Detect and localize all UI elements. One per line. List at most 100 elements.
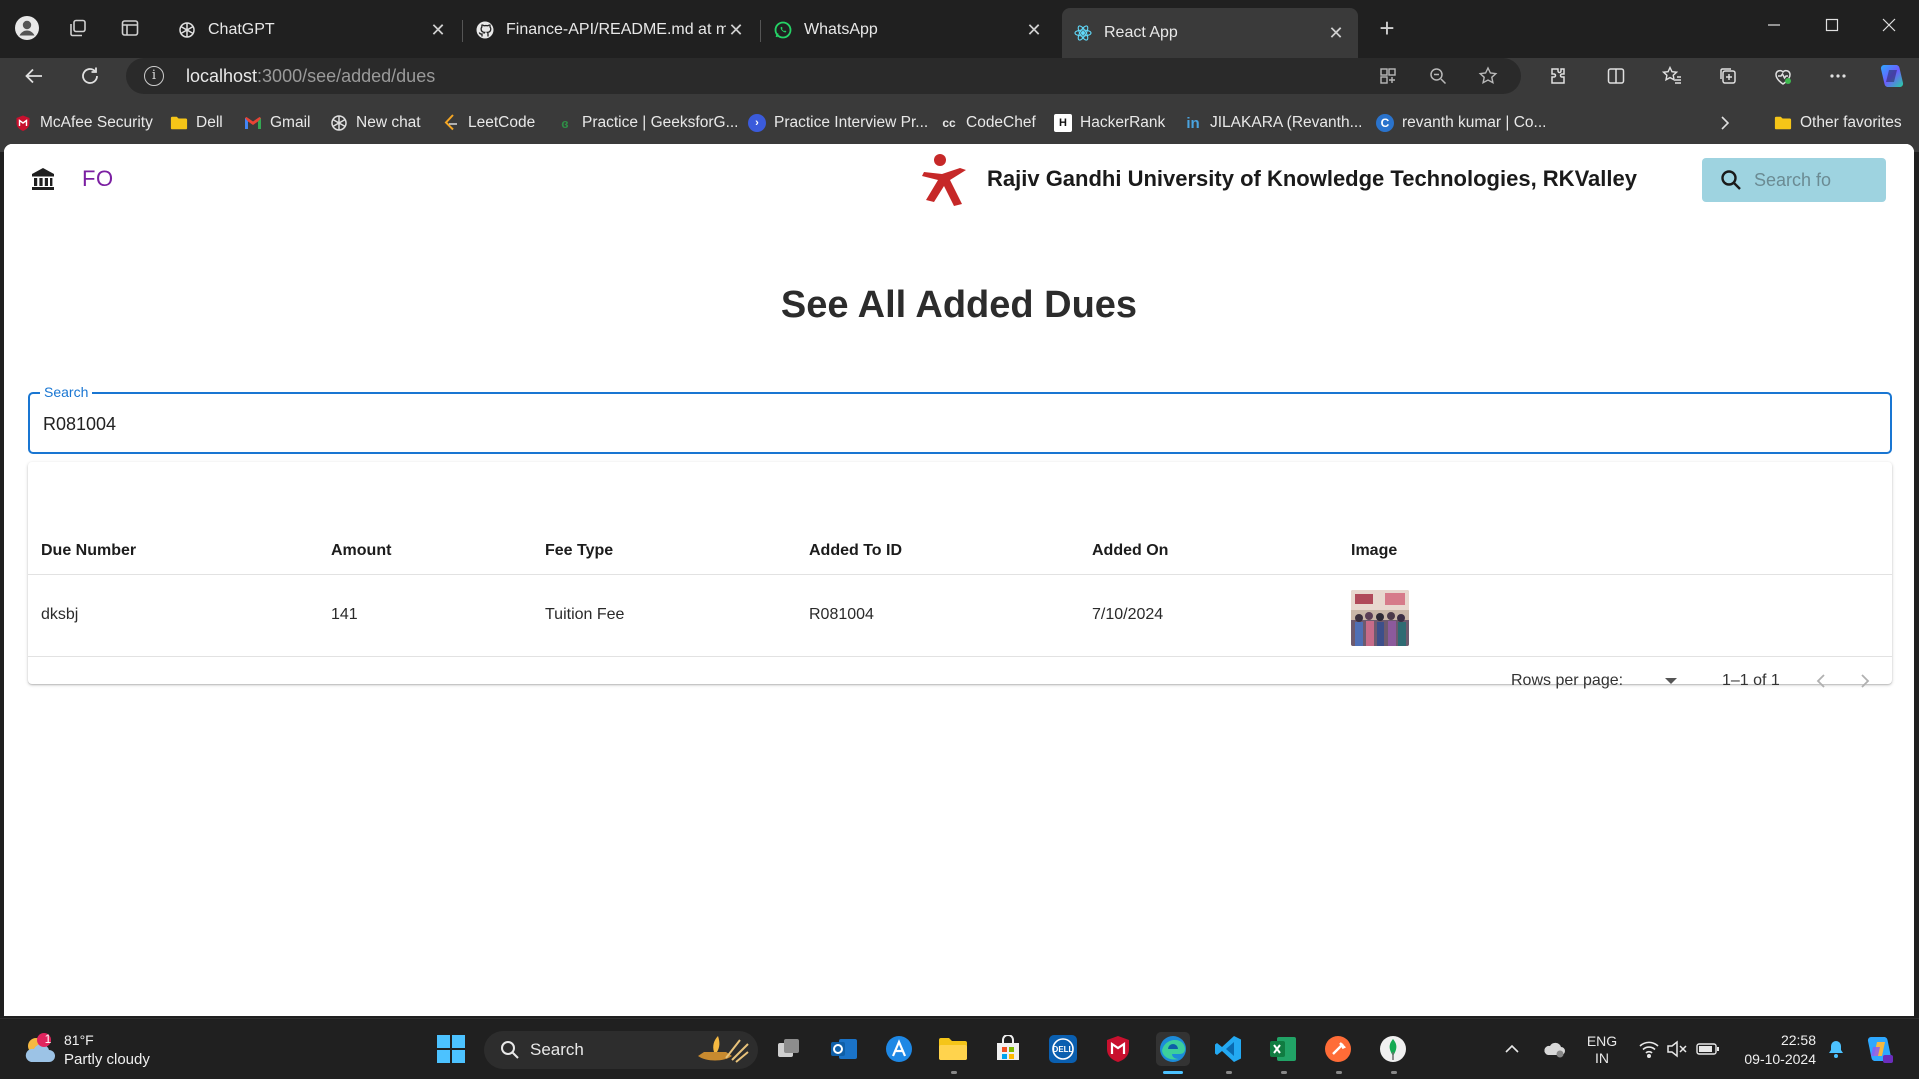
cell-due-number: dksbj <box>41 606 79 623</box>
search-field[interactable]: Search <box>28 384 1892 454</box>
app-available-icon[interactable] <box>1376 64 1400 88</box>
column-header[interactable]: Fee Type <box>545 542 613 560</box>
tab-chatgpt[interactable]: ChatGPT ✕ <box>166 10 460 50</box>
split-screen-icon[interactable] <box>1600 60 1632 92</box>
favorite-leetcode[interactable]: LeetCode <box>442 112 535 134</box>
new-tab-icon[interactable]: + <box>1373 13 1401 43</box>
column-header[interactable]: Due Number <box>41 542 136 560</box>
mcafee-icon[interactable] <box>1101 1032 1135 1066</box>
extensions-icon[interactable] <box>1542 60 1574 92</box>
favorite-gfg[interactable]: ɞ Practice | GeeksforG... <box>556 112 738 134</box>
windows-start-icon[interactable] <box>434 1032 468 1066</box>
favorite-gmail[interactable]: Gmail <box>244 112 310 134</box>
workspaces-icon[interactable] <box>64 14 92 42</box>
column-header[interactable]: Added On <box>1092 542 1168 560</box>
leetcode-icon <box>442 114 460 132</box>
copilot-taskbar-icon[interactable] <box>1862 1032 1896 1066</box>
edge-icon[interactable] <box>1156 1032 1190 1066</box>
profile-icon[interactable] <box>13 14 41 42</box>
postman-icon[interactable] <box>1321 1032 1355 1066</box>
favorites-overflow-icon[interactable] <box>1718 112 1732 134</box>
active-indicator <box>1163 1071 1183 1074</box>
battery-icon[interactable] <box>1694 1037 1722 1061</box>
cell-added-to-id: R081004 <box>809 606 874 623</box>
more-options-icon[interactable] <box>1822 60 1854 92</box>
task-view-icon[interactable] <box>772 1032 806 1066</box>
column-header[interactable]: Image <box>1351 542 1397 560</box>
show-hidden-icons-chevron-up-icon[interactable] <box>1500 1037 1524 1061</box>
dell-icon[interactable]: DELL <box>1046 1032 1080 1066</box>
close-tab-icon[interactable]: ✕ <box>428 20 448 41</box>
gmail-icon <box>244 114 262 132</box>
favorite-dell[interactable]: Dell <box>170 112 223 134</box>
previous-page-icon[interactable] <box>1810 670 1832 692</box>
wifi-icon[interactable] <box>1636 1037 1662 1061</box>
tab-title: React App <box>1104 24 1178 41</box>
notification-bell-icon[interactable] <box>1824 1037 1848 1061</box>
excel-icon[interactable] <box>1266 1032 1300 1066</box>
language-label: ENG <box>1586 1033 1618 1049</box>
tab-github[interactable]: Finance-API/README.md at main ✕ <box>464 10 758 50</box>
cell-amount: 141 <box>331 606 358 623</box>
volume-muted-icon[interactable] <box>1664 1037 1690 1061</box>
tab-actions-icon[interactable] <box>116 14 144 42</box>
favorite-label: Practice Interview Pr... <box>774 114 929 131</box>
site-info-icon[interactable]: i <box>144 66 164 86</box>
browser-tab-strip: ChatGPT ✕ Finance-API/README.md at main … <box>0 0 1919 58</box>
mcafee-icon <box>14 114 32 132</box>
copilot-icon[interactable] <box>1874 58 1910 94</box>
other-favorites[interactable]: Other favorites <box>1774 112 1902 134</box>
language-indicator[interactable]: ENG IN <box>1582 1032 1622 1068</box>
column-header[interactable]: Amount <box>331 542 391 560</box>
running-indicator <box>1226 1071 1232 1074</box>
cell-added-on: 7/10/2024 <box>1092 606 1164 623</box>
app-store-icon[interactable] <box>882 1032 916 1066</box>
file-explorer-icon[interactable] <box>936 1032 970 1066</box>
url-text[interactable]: localhost:3000/see/added/dues <box>186 66 435 87</box>
zoom-out-icon[interactable] <box>1426 64 1450 88</box>
search-input[interactable] <box>43 411 1863 437</box>
weather-widget[interactable]: 1 81°F Partly cloudy <box>22 1030 172 1070</box>
app-brand[interactable]: FO <box>82 166 114 192</box>
taskbar-search-label: Search <box>530 1040 584 1059</box>
address-bar[interactable]: i localhost:3000/see/added/dues <box>126 58 1521 94</box>
clock-date: 09-10-2024 <box>1744 1051 1816 1067</box>
due-image-thumbnail[interactable] <box>1351 590 1409 646</box>
close-tab-icon[interactable]: ✕ <box>1326 23 1346 44</box>
header-search[interactable] <box>1702 158 1886 202</box>
favorite-coursera[interactable]: C revanth kumar | Co... <box>1376 112 1546 134</box>
favorite-hackerrank[interactable]: H HackerRank <box>1054 112 1165 134</box>
column-header[interactable]: Added To ID <box>809 542 902 560</box>
mongodb-compass-icon[interactable] <box>1376 1032 1410 1066</box>
back-icon[interactable] <box>18 60 50 92</box>
tab-whatsapp[interactable]: WhatsApp ✕ <box>762 10 1056 50</box>
close-window-icon[interactable] <box>1861 10 1917 40</box>
rows-per-page-select[interactable] <box>1656 666 1686 696</box>
onedrive-icon[interactable] <box>1540 1037 1568 1061</box>
next-page-icon[interactable] <box>1854 670 1876 692</box>
tab-react-app[interactable]: React App ✕ <box>1062 8 1358 58</box>
microsoft-store-icon[interactable] <box>991 1032 1025 1066</box>
taskbar-search[interactable]: Search <box>484 1031 758 1069</box>
interview-icon: › <box>748 114 766 132</box>
minimize-icon[interactable] <box>1746 10 1802 40</box>
outlook-icon[interactable] <box>827 1032 861 1066</box>
maximize-icon[interactable] <box>1804 10 1860 40</box>
favorites-icon[interactable] <box>1656 60 1688 92</box>
refresh-icon[interactable] <box>74 60 106 92</box>
favorite-codechef[interactable]: cc CodeChef <box>940 112 1035 134</box>
close-tab-icon[interactable]: ✕ <box>726 20 746 41</box>
favorite-star-icon[interactable] <box>1476 64 1500 88</box>
browser-essentials-icon[interactable] <box>1767 60 1799 92</box>
favorite-mcafee[interactable]: McAfee Security <box>14 112 153 134</box>
bank-icon[interactable] <box>30 166 56 192</box>
close-tab-icon[interactable]: ✕ <box>1024 20 1044 41</box>
favorite-linkedin[interactable]: in JILAKARA (Revanth... <box>1184 112 1362 134</box>
vscode-icon[interactable] <box>1211 1032 1245 1066</box>
favorite-label: McAfee Security <box>40 114 153 131</box>
collections-icon[interactable] <box>1712 60 1744 92</box>
favorite-new-chat[interactable]: New chat <box>330 112 421 134</box>
system-clock[interactable]: 22:58 09-10-2024 <box>1736 1031 1816 1069</box>
header-search-input[interactable] <box>1754 168 1879 192</box>
favorite-interview[interactable]: › Practice Interview Pr... <box>748 112 928 134</box>
